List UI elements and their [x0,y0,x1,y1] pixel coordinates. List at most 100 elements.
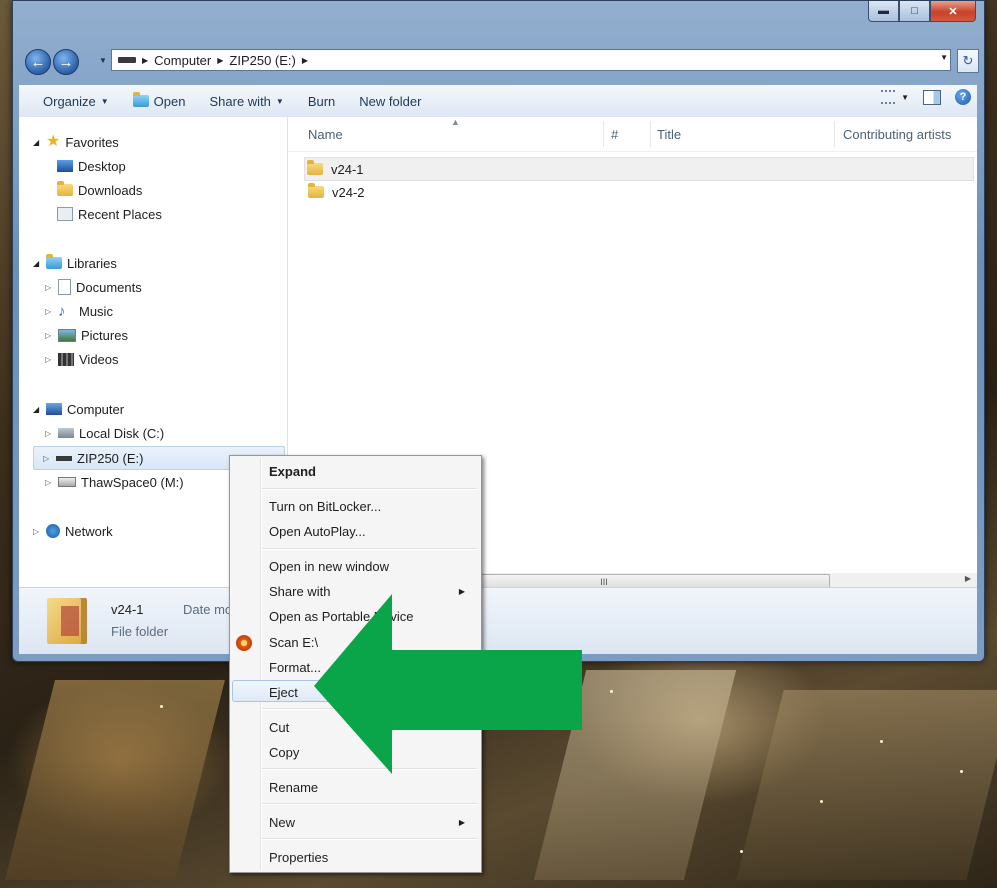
wallpaper-sparkle [610,690,613,693]
menu-item-open-new-window[interactable]: Open in new window [269,555,469,577]
nav-local-disk[interactable]: ▷ Local Disk (C:) [45,422,164,444]
nav-label: Desktop [78,158,126,174]
new-label: New [269,814,296,830]
collapsed-triangle-icon[interactable]: ▷ [45,355,53,364]
expanded-triangle-icon[interactable]: ◢ [33,138,41,147]
menu-separator [262,548,477,550]
help-icon[interactable]: ? [955,89,971,105]
wallpaper-sparkle [880,740,883,743]
open-button[interactable]: Open [121,89,198,113]
collapsed-triangle-icon[interactable]: ▷ [45,331,53,340]
nav-music[interactable]: ▷ ♪ Music [45,300,113,322]
thawspace-drive-icon [58,477,76,487]
folder-icon [307,160,323,175]
recent-pages-dropdown[interactable]: ▼ [99,56,107,65]
nav-recent-places[interactable]: Recent Places [57,203,162,225]
zip-drive-icon [56,455,72,461]
breadcrumb-chevron-icon[interactable]: ▶ [142,56,148,65]
views-icon [881,90,896,104]
organize-label: Organize [43,93,96,109]
column-contributing-artists[interactable]: Contributing artists [843,127,951,142]
wallpaper-sparkle [820,800,823,803]
menu-item-expand[interactable]: Expand [269,460,469,482]
nav-libraries[interactable]: ◢ Libraries [33,252,117,274]
change-view-button[interactable]: ▼ [881,90,909,104]
column-title[interactable]: Title [657,127,681,142]
close-button[interactable]: ✕ [930,1,976,22]
nav-network[interactable]: ▷ Network [33,520,113,542]
menu-item-properties[interactable]: Properties [269,846,469,868]
menu-item-bitlocker[interactable]: Turn on BitLocker... [269,495,469,517]
file-row[interactable]: v24-1 [304,157,974,181]
breadcrumb-chevron-icon[interactable]: ▶ [217,56,223,65]
nav-favorites[interactable]: ◢ ★ Favorites [33,131,119,153]
column-divider[interactable] [603,121,604,147]
back-button[interactable]: ← [25,49,51,75]
file-row[interactable]: v24-2 [306,181,365,203]
collapsed-triangle-icon[interactable]: ▷ [45,307,53,316]
open-label: Open [153,93,186,109]
wallpaper-sparkle [740,850,743,853]
menu-item-autoplay[interactable]: Open AutoPlay... [269,520,469,542]
antivirus-scan-icon [236,635,252,651]
command-bar: Organize ▼ Open Share with ▼ Burn New fo… [19,85,977,118]
menu-item-new[interactable]: New ▶ [269,811,477,833]
column-name[interactable]: Name [308,127,343,142]
collapsed-triangle-icon[interactable]: ▷ [45,283,53,292]
nav-label: Favorites [65,134,119,150]
nav-desktop[interactable]: Desktop [57,155,126,177]
collapsed-triangle-icon[interactable]: ▷ [33,527,41,536]
desktop-icon [57,160,73,172]
network-icon [46,524,60,538]
favorites-star-icon: ★ [46,133,61,150]
collapsed-triangle-icon[interactable]: ▷ [45,478,53,487]
nav-label: Local Disk (C:) [79,425,165,441]
share-with-button[interactable]: Share with ▼ [197,89,295,113]
column-divider[interactable] [834,121,835,147]
organize-button[interactable]: Organize ▼ [31,89,121,113]
file-name: v24-2 [332,184,365,200]
new-folder-button[interactable]: New folder [347,89,433,113]
burn-button[interactable]: Burn [296,89,347,113]
nav-label: Documents [76,279,142,295]
nav-label: ZIP250 (E:) [77,450,144,466]
address-dropdown-icon[interactable]: ▼ [940,53,948,62]
collapsed-triangle-icon[interactable]: ▷ [43,454,51,463]
nav-downloads[interactable]: Downloads [57,179,142,201]
chevron-down-icon: ▼ [901,92,909,102]
forward-button[interactable]: → [53,49,79,75]
chevron-down-icon: ▼ [275,96,284,106]
preview-pane-icon[interactable] [923,89,941,105]
maximize-button[interactable]: □ [899,1,930,22]
submenu-arrow-icon: ▶ [458,817,465,827]
breadcrumb-computer[interactable]: Computer [154,53,211,68]
menu-separator [262,488,477,490]
nav-videos[interactable]: ▷ Videos [45,348,119,370]
address-bar[interactable]: ▶ Computer ▶ ZIP250 (E:) ▶ ▼ [111,49,951,71]
nav-label: ThawSpace0 (M:) [81,474,184,490]
nav-computer[interactable]: ◢ Computer [33,398,124,420]
expanded-triangle-icon[interactable]: ◢ [33,259,41,268]
nav-label: Libraries [67,255,117,271]
breadcrumb-zip250[interactable]: ZIP250 (E:) [229,53,295,68]
menu-item-rename[interactable]: Rename [269,776,469,798]
nav-label: Recent Places [78,206,162,222]
videos-icon [58,352,74,366]
menu-separator [262,803,477,805]
scroll-right-arrow-icon[interactable]: ▶ [965,574,971,583]
column-divider[interactable] [650,121,651,147]
breadcrumb-chevron-icon[interactable]: ▶ [302,56,308,65]
local-disk-icon [58,428,74,438]
libraries-icon [46,254,62,269]
nav-label: Music [79,303,113,319]
refresh-button[interactable]: ↻ [957,49,979,73]
column-number[interactable]: # [611,127,618,142]
navigation-row: ← → ▼ ▶ Computer ▶ ZIP250 (E:) ▶ ▼ ↻ [19,47,979,75]
collapsed-triangle-icon[interactable]: ▷ [45,429,53,438]
share-with-label: Share with [209,93,271,109]
nav-thawspace[interactable]: ▷ ThawSpace0 (M:) [45,471,184,493]
nav-documents[interactable]: ▷ Documents [45,276,142,298]
nav-pictures[interactable]: ▷ Pictures [45,324,128,346]
expanded-triangle-icon[interactable]: ◢ [33,405,41,414]
minimize-button[interactable]: ▬ [868,1,899,22]
